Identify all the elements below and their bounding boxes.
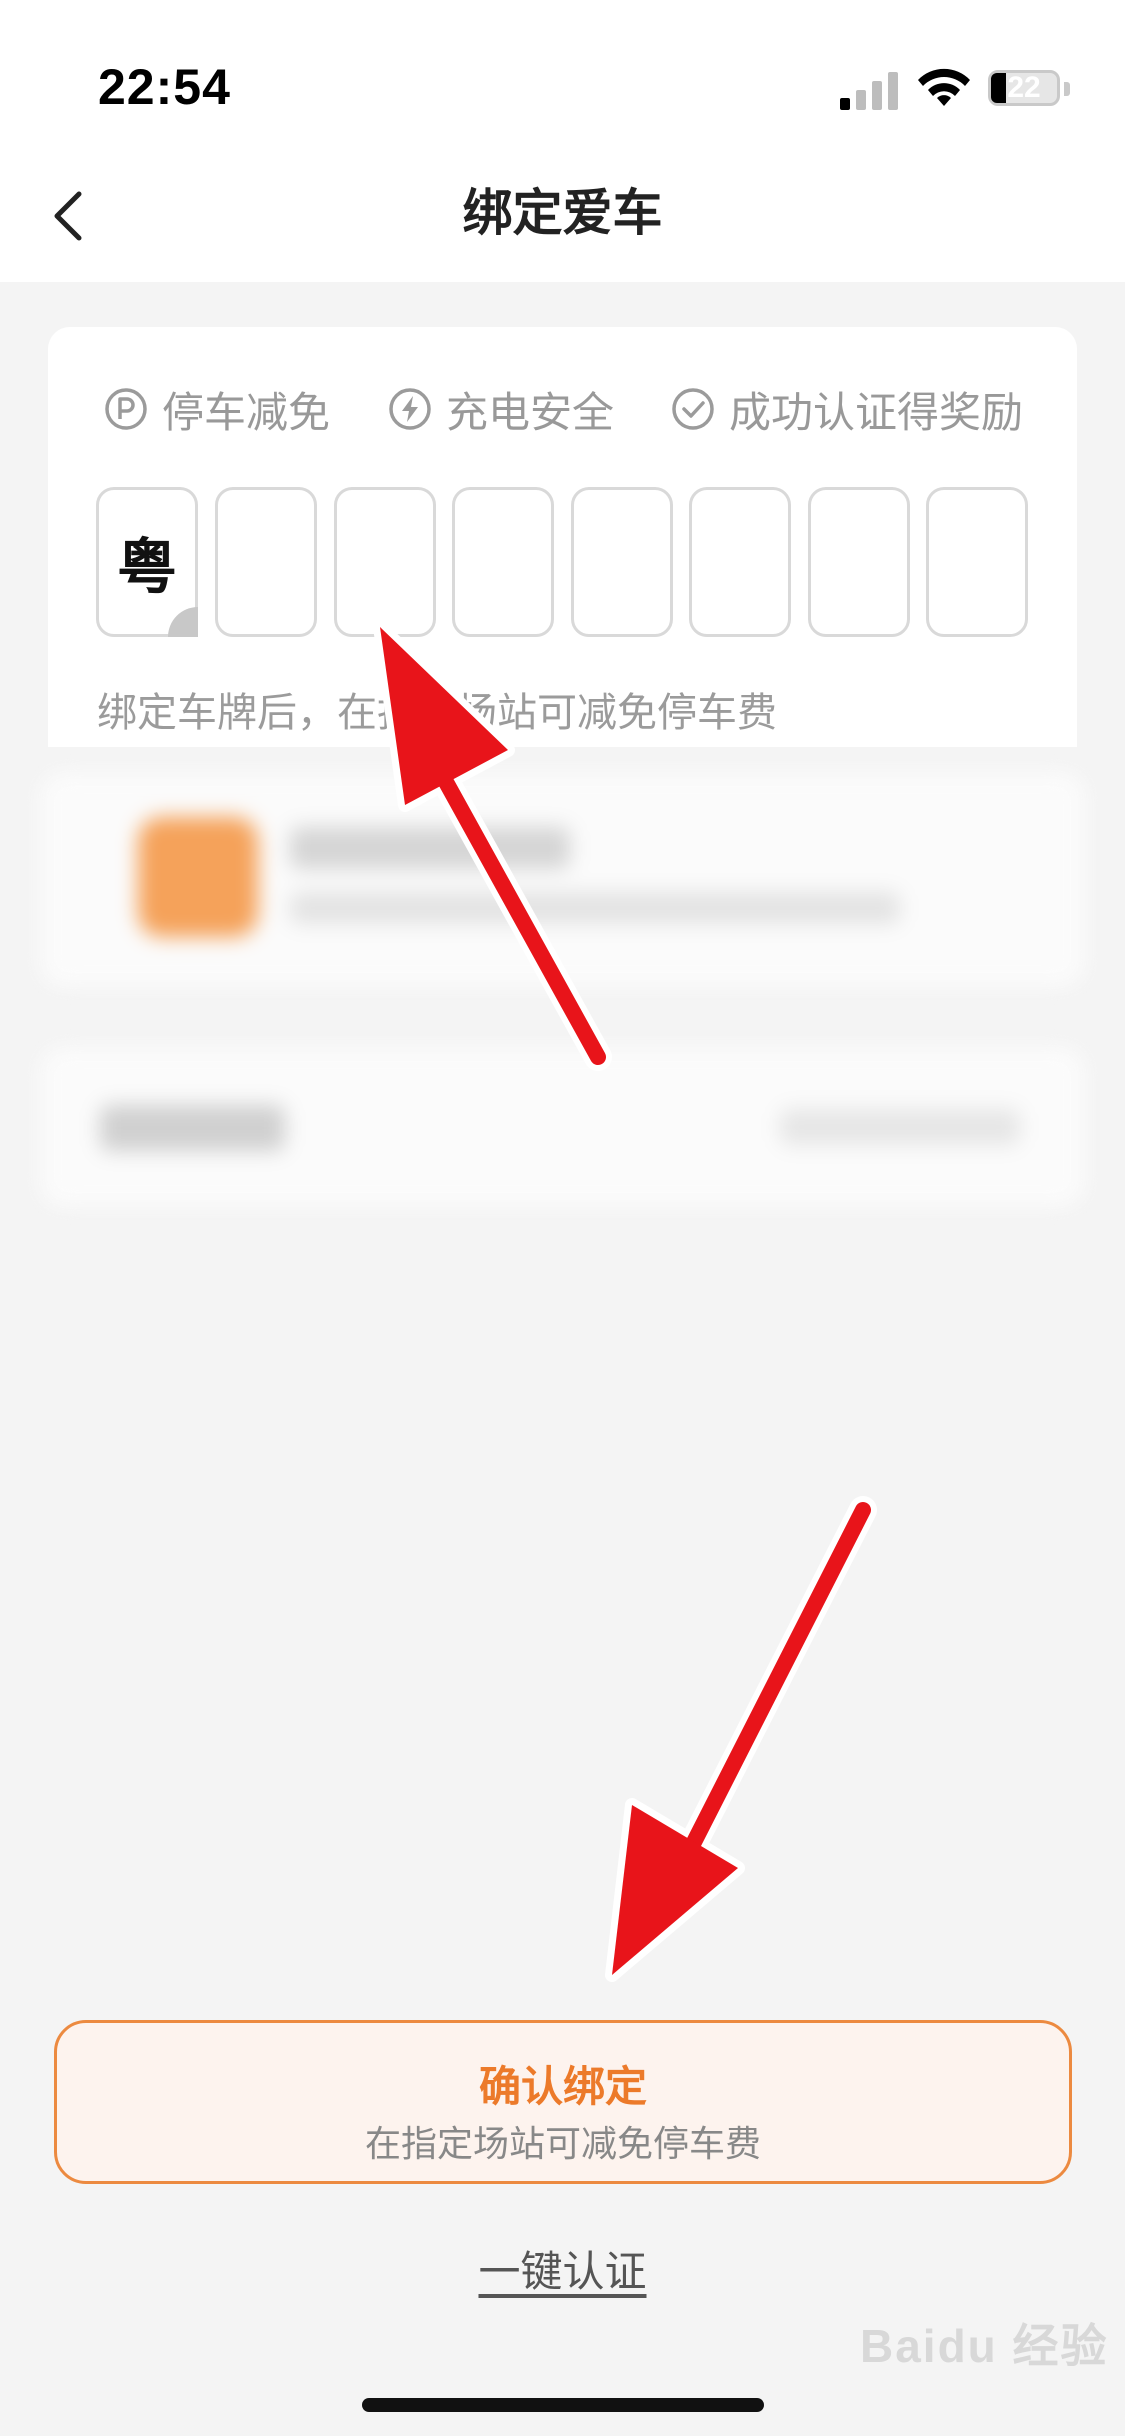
plate-hint: 绑定车牌后，在指定场站可减免停车费: [97, 691, 777, 735]
benefit-label: 成功认证得奖励: [729, 388, 1024, 436]
confirm-bind-subtitle: 在指定场站可减免停车费: [364, 2123, 761, 2164]
plate-char-box[interactable]: [334, 487, 436, 637]
plate-char-box[interactable]: [926, 487, 1028, 637]
plate-province: 粤: [117, 533, 177, 601]
status-time: 22:54: [98, 59, 231, 115]
battery-percentage: 22: [1007, 71, 1041, 104]
blurred-content: [0, 747, 1125, 1227]
blurred-app-icon: [138, 817, 258, 937]
benefit-reward: 成功认证得奖励: [671, 380, 1023, 438]
parking-icon: [105, 388, 147, 430]
corner-indicator-icon: [168, 607, 198, 637]
wifi-icon: [918, 68, 970, 106]
blurred-subtitle-bar: [290, 892, 900, 924]
blurred-title-bar: [290, 827, 570, 869]
benefits-row: 停车减免 充电安全 成功认证得奖励: [48, 380, 1077, 438]
plate-char-box[interactable]: [215, 487, 317, 637]
watermark-logo: Baidu 经验: [860, 2320, 1109, 2372]
plate-char-box[interactable]: [571, 487, 673, 637]
benefit-label: 充电安全: [446, 388, 615, 436]
annotation-arrow-down: [605, 1496, 877, 1982]
benefit-label: 停车减免: [162, 388, 331, 436]
lightning-icon: [389, 388, 431, 430]
page-title: 绑定爱车: [462, 185, 663, 241]
check-circle-icon: [672, 388, 714, 430]
benefit-parking: 停车减免: [104, 380, 330, 438]
plate-char-box[interactable]: [808, 487, 910, 637]
confirm-bind-label: 确认绑定: [478, 2063, 647, 2110]
battery-icon: 22: [988, 70, 1060, 106]
blurred-label-bar: [100, 1105, 285, 1151]
blurred-value-bar: [780, 1109, 1020, 1145]
benefit-charging: 充电安全: [388, 380, 614, 438]
confirm-bind-button[interactable]: 确认绑定 在指定场站可减免停车费: [54, 2020, 1072, 2184]
plate-char-box[interactable]: [689, 487, 791, 637]
battery-cap: [1064, 82, 1070, 96]
plate-char-box[interactable]: [452, 487, 554, 637]
signal-icon: [840, 72, 898, 110]
plate-province-box[interactable]: 粤: [96, 487, 198, 637]
home-indicator[interactable]: [362, 2398, 764, 2412]
one-click-verify-link[interactable]: 一键认证: [0, 2238, 1125, 2299]
